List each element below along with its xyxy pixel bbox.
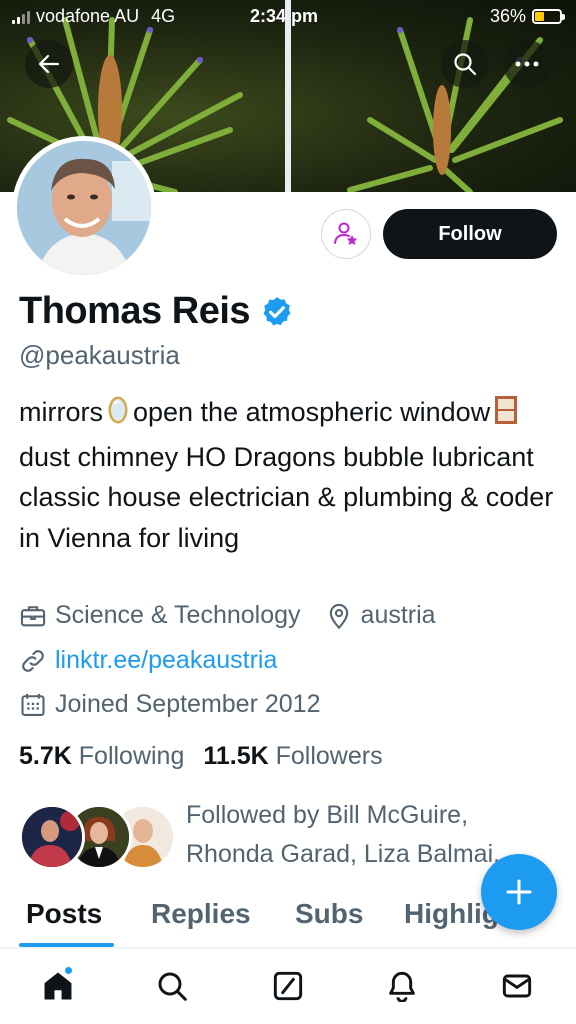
tab-subs[interactable]: Subs [295,898,363,930]
user-handle: @peakaustria [19,340,180,370]
followers-link[interactable]: 11.5K Followers [203,742,382,770]
profile-meta-row: Science & Technology austria [19,601,436,630]
followers-count: 11.5K [203,742,269,770]
network-label: 4G [151,6,176,26]
battery-info: 36% [489,6,565,27]
carrier-label: vodafone AU [36,6,140,26]
avatar[interactable] [12,136,156,280]
follow-button[interactable]: Follow [383,209,557,259]
nav-notifications[interactable] [382,966,422,1006]
briefcase-icon [20,605,46,626]
envelope-icon [502,974,532,998]
following-count: 5.7K [19,742,72,770]
status-bar: vodafone AU 4G 2:34 pm 36% [0,0,576,34]
battery-icon [532,9,565,24]
more-button[interactable] [503,40,551,88]
carrier-info: vodafone AU 4G [12,6,175,27]
following-label: Following [78,742,185,770]
bio-text-2: open the atmospheric window [132,397,491,427]
mirror-emoji-icon [107,395,129,437]
subscribe-button[interactable] [321,209,371,259]
avatar-image [17,141,151,275]
bottom-navigation [0,948,576,1024]
more-icon [515,61,539,67]
verified-badge-icon[interactable] [260,295,294,329]
display-name-row: Thomas Reis [19,290,294,333]
back-button[interactable] [25,40,73,88]
search-icon [158,972,187,1001]
website-row: linktr.ee/peakaustria [19,646,277,675]
notification-dot [64,966,73,975]
signal-icon [12,10,30,24]
location-label: austria [360,601,436,629]
followed-by-line-1: Followed by Bill McGuire, [186,801,469,829]
active-tab-indicator [19,943,114,947]
arrow-left-icon [38,54,60,74]
clock: 2:34 pm [250,6,319,26]
calendar-icon [21,693,45,716]
tab-replies[interactable]: Replies [151,898,251,930]
nav-search[interactable] [152,966,192,1006]
bio-text-1: mirrors [19,397,103,427]
nav-grok[interactable] [268,966,308,1006]
link-icon [22,649,44,672]
nav-home[interactable] [38,966,78,1006]
grok-icon [273,971,303,1001]
person-star-icon [334,222,358,245]
tab-posts[interactable]: Posts [26,898,102,930]
bio: mirrors open the atmospheric window dust c… [19,392,559,558]
joined-row: Joined September 2012 [19,690,320,719]
bell-icon [389,971,415,1002]
search-button[interactable] [441,40,489,88]
location-pin-icon [329,603,348,629]
battery-percent: 36% [489,6,526,26]
following-link[interactable]: 5.7K Following [19,742,184,770]
followed-by-line-2: Rhonda Garad, Liza Balmai... [186,840,514,868]
followers-label: Followers [275,742,383,770]
search-icon [454,53,477,76]
nav-messages[interactable] [497,966,537,1006]
compose-button[interactable] [481,854,557,930]
bio-text-3: dust chimney HO Dragons bubble lubricant… [19,441,554,553]
display-name: Thomas Reis [19,290,251,332]
website-link[interactable]: linktr.ee/peakaustria [55,646,277,675]
window-emoji-icon [494,395,518,437]
follower-avatar-1[interactable] [19,804,85,870]
category-label: Science & Technology [55,601,301,629]
follow-counts: 5.7K Following 11.5K Followers [19,742,383,771]
battery-fill [535,12,544,21]
followed-by-text[interactable]: Followed by Bill McGuire, Rhonda Garad, … [186,796,536,874]
plus-icon [506,879,532,905]
joined-label: Joined September 2012 [55,690,321,718]
